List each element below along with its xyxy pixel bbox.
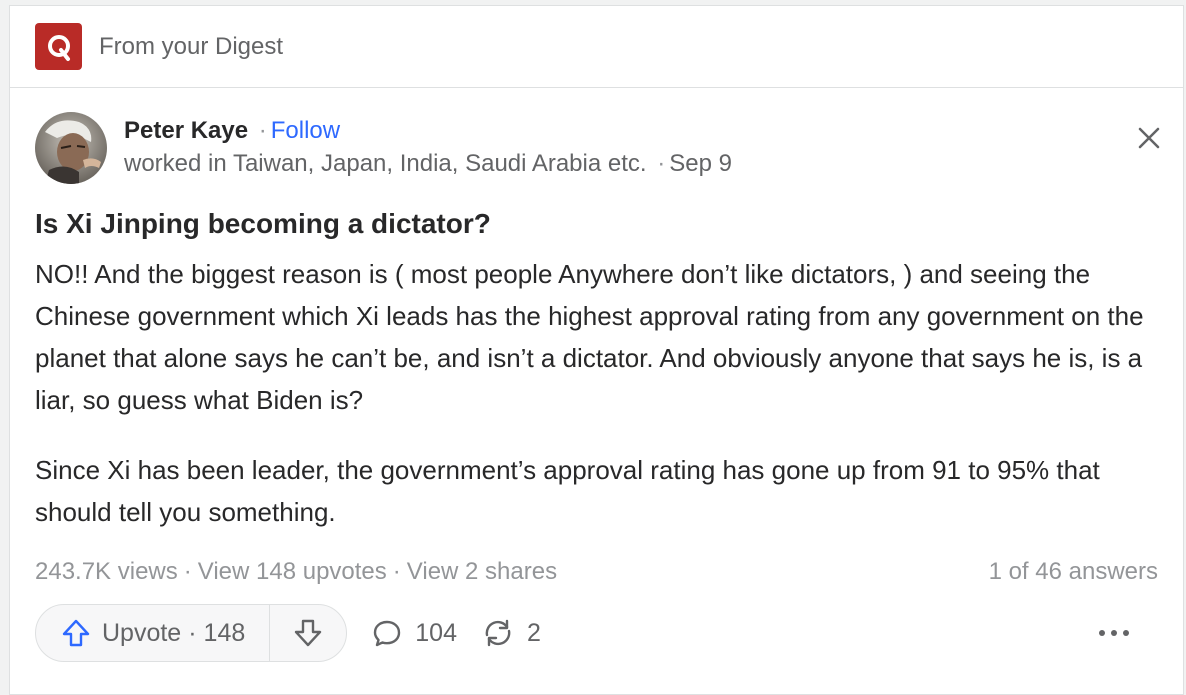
author-credential[interactable]: worked in Taiwan, Japan, India, Saudi Ar…	[124, 150, 647, 177]
answer-paragraph: Since Xi has been leader, the government…	[35, 455, 1100, 527]
upvote-button[interactable]: Upvote · 148	[36, 605, 271, 661]
close-icon	[1138, 127, 1160, 149]
quora-logo-icon	[35, 23, 82, 70]
downvote-arrow-icon	[295, 619, 322, 647]
view-shares-link[interactable]: View 2 shares	[407, 558, 557, 585]
author-row: Peter Kaye · Follow worked in Taiwan, Jap…	[35, 112, 1158, 184]
share-count: 2	[526, 618, 541, 647]
digest-title: From your Digest	[99, 32, 284, 60]
separator-dot: ·	[392, 558, 401, 585]
more-icon	[1099, 630, 1129, 636]
follow-button[interactable]: Follow	[271, 117, 340, 144]
author-name-line: Peter Kaye · Follow	[124, 115, 732, 147]
upvote-label: Upvote	[102, 618, 182, 647]
author-info: Peter Kaye · Follow worked in Taiwan, Jap…	[124, 115, 732, 181]
answer-body[interactable]: NO!! And the biggest reason is ( most pe…	[35, 253, 1158, 533]
answer-position: 1 of 46 answers	[988, 558, 1158, 585]
digest-card: From your Digest Peter Kaye · Follow wor…	[9, 5, 1184, 695]
upvote-arrow-icon	[62, 619, 90, 647]
share-icon	[485, 619, 511, 647]
answer-item: Peter Kaye · Follow worked in Taiwan, Jap…	[10, 88, 1183, 662]
vote-pill: Upvote · 148	[35, 604, 348, 662]
views-count: 243.7K views	[35, 558, 178, 585]
comment-button[interactable]: 104	[371, 617, 457, 649]
separator-dot: ·	[188, 618, 197, 647]
author-name[interactable]: Peter Kaye	[124, 117, 248, 144]
answer-paragraph: NO!! And the biggest reason is ( most pe…	[35, 259, 1144, 415]
separator-dot: ·	[183, 558, 192, 585]
separator-dot: ·	[258, 117, 267, 144]
comment-count: 104	[415, 618, 457, 647]
author-credential-line: worked in Taiwan, Japan, India, Saudi Ar…	[124, 147, 732, 181]
question-title[interactable]: Is Xi Jinping becoming a dictator?	[35, 206, 1158, 242]
avatar[interactable]	[35, 112, 107, 184]
answer-date[interactable]: Sep 9	[669, 150, 732, 177]
upvote-count: 148	[203, 618, 246, 647]
comment-icon	[374, 620, 401, 647]
downvote-button[interactable]	[270, 605, 346, 661]
digest-header: From your Digest	[10, 6, 1183, 88]
action-bar: Upvote · 148 104 2	[35, 604, 1158, 662]
view-upvotes-link[interactable]: View 148 upvotes	[198, 558, 387, 585]
close-button[interactable]	[1133, 122, 1165, 154]
answer-stats: 243.7K views · View 148 upvotes · View 2 sha…	[35, 555, 1158, 589]
share-button[interactable]: 2	[481, 617, 541, 649]
more-options-button[interactable]	[1098, 629, 1130, 637]
separator-dot: ·	[657, 150, 666, 177]
